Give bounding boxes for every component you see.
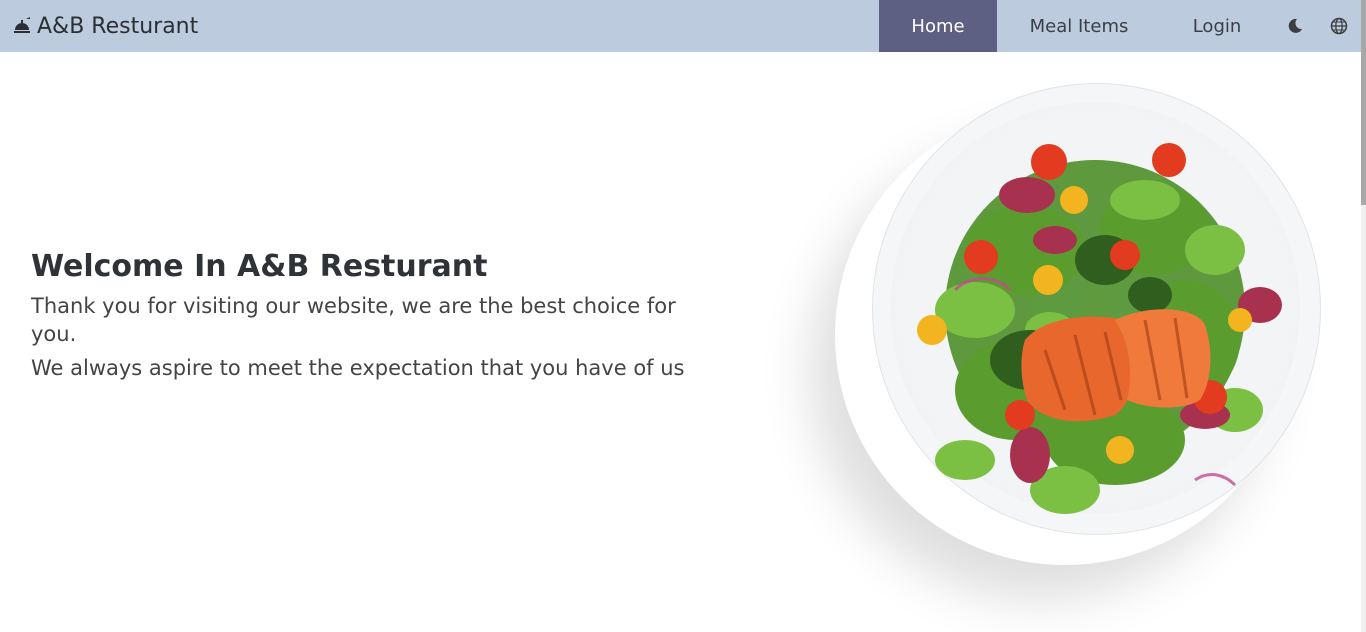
hero-paragraph: Thank you for visiting our website, we a… (31, 294, 676, 346)
brand-link[interactable]: A&B Resturant (12, 14, 198, 39)
theme-toggle-button[interactable] (1273, 0, 1317, 52)
brand-name: A&B Resturant (37, 13, 199, 39)
nav-login[interactable]: Login (1161, 0, 1273, 52)
salmon-salad-image (815, 80, 1335, 590)
navbar: A&B Resturant Home Meal Items Login (0, 0, 1361, 52)
cloche-icon (12, 16, 32, 36)
hero-paragraph: We always aspire to meet the expectation… (31, 356, 685, 380)
language-button[interactable] (1317, 0, 1361, 52)
nav-menu: Home Meal Items Login (879, 0, 1361, 52)
hero-title: Welcome In A&B Resturant (31, 249, 488, 284)
globe-icon (1330, 17, 1348, 35)
scrollbar-thumb[interactable] (1361, 0, 1366, 205)
scrollbar[interactable] (1361, 0, 1366, 632)
nav-meal-items[interactable]: Meal Items (997, 0, 1161, 52)
hero-text: Welcome In A&B Resturant Thank you for v… (31, 248, 691, 382)
nav-home[interactable]: Home (879, 0, 997, 52)
moon-icon (1288, 18, 1302, 33)
